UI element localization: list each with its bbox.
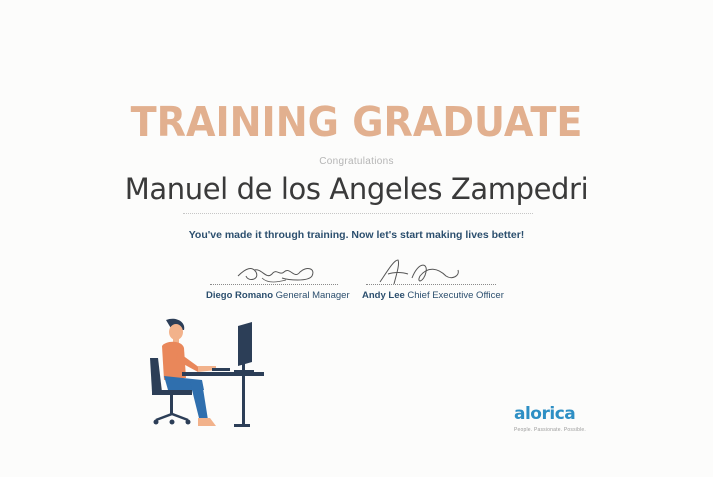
brand-logo: alorica: [514, 404, 576, 424]
signature-line-1: [210, 284, 338, 285]
recipient-name: Manuel de los Angeles Zampedri: [124, 172, 589, 206]
signer-1: Diego Romano General Manager: [206, 290, 350, 301]
signer-2-name: Andy Lee: [362, 290, 405, 301]
person-at-desk-illustration: [150, 318, 264, 427]
signer-2: Andy Lee Chief Executive Officer: [362, 290, 504, 301]
name-underline: [183, 213, 533, 214]
signer-2-role: Chief Executive Officer: [407, 290, 504, 301]
signer-1-name: Diego Romano: [206, 290, 274, 301]
signer-1-role: General Manager: [275, 290, 350, 301]
certificate: TRAINING GRADUATE Congratulations Manuel…: [0, 0, 713, 477]
signature-line-2: [366, 284, 496, 285]
tagline: You've made it through training. Now let…: [188, 229, 525, 241]
brand-slogan: People. Passionate. Possible.: [514, 427, 586, 433]
congratulations-text: Congratulations: [319, 156, 394, 167]
certificate-title: TRAINING GRADUATE: [130, 98, 583, 146]
monitor-icon: [212, 322, 254, 373]
